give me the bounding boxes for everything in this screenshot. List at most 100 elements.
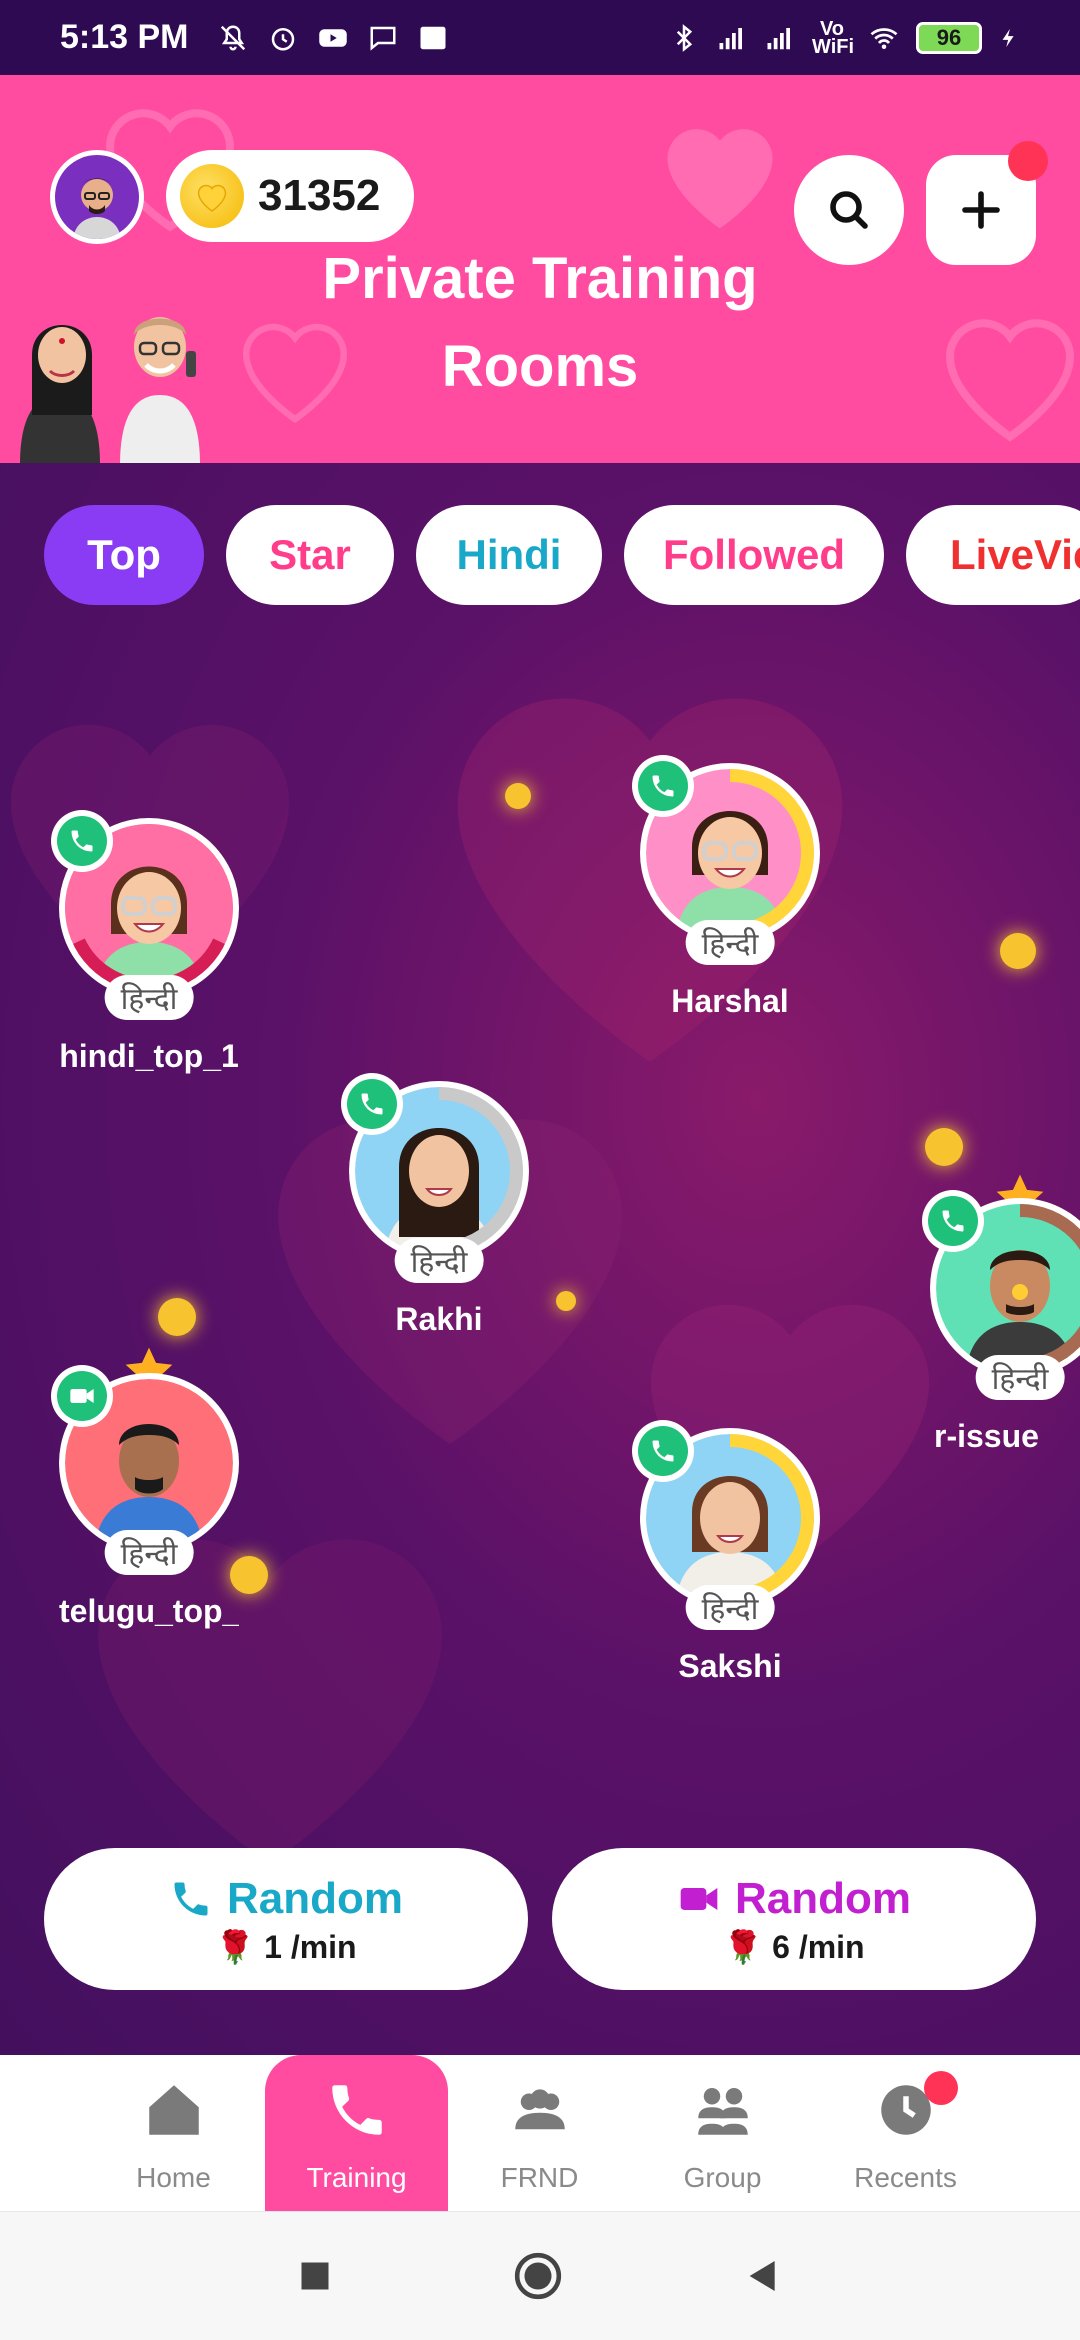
user-name: Harshal (671, 983, 789, 1019)
bottom-nav: Home Training FRND Group Recents (0, 2055, 1080, 2211)
chip-top[interactable]: Top (44, 505, 204, 605)
random-voice-label: Random (227, 1874, 403, 1923)
nav-label: Training (306, 2162, 407, 2193)
status-bar: 5:13 PM Vo WiFi 96 (0, 0, 1080, 75)
rooms-area: Top Star Hindi Followed LiveVic हिन् (0, 463, 1080, 2055)
chip-label: Hindi (456, 531, 562, 578)
random-voice-button[interactable]: Random 🌹 1 /min (44, 1848, 528, 1990)
voice-call-badge (341, 1073, 403, 1135)
language-tag: हिन्दी (394, 1238, 484, 1283)
language-tag: हिन्दी (104, 975, 194, 1020)
random-video-price: 6 /min (772, 1929, 865, 1965)
system-nav-bar (0, 2211, 1080, 2340)
chip-label: LiveVic (950, 531, 1080, 578)
sparkle (158, 1298, 196, 1336)
phone-icon (942, 1210, 964, 1232)
sparkle (925, 1128, 963, 1166)
vowifi-label: Vo WiFi (812, 17, 855, 58)
language-tag: हिन्दी (685, 1585, 775, 1630)
nav-label: Group (683, 2162, 762, 2193)
voice-call-badge (632, 1420, 694, 1482)
title-line-2: Rooms (441, 334, 639, 399)
sparkle (1000, 933, 1036, 969)
video-icon (70, 1389, 94, 1403)
random-video-label: Random (735, 1874, 911, 1923)
status-time: 5:13 PM (60, 18, 189, 56)
user-name: Rakhi (395, 1301, 483, 1337)
nav-frnd[interactable]: FRND (448, 2055, 631, 2211)
phone-icon (361, 1093, 383, 1115)
nav-label: FRND (500, 2162, 579, 2193)
phone-icon (174, 1882, 208, 1916)
charging-icon (1002, 28, 1014, 47)
couple-illustration (20, 317, 200, 463)
search-icon (830, 191, 868, 229)
user-card-r-issue[interactable]: हिन्दी r-issue (922, 1174, 1080, 1455)
coin-balance[interactable]: 31352 (166, 150, 414, 242)
language-tag: हिन्दी (104, 1530, 194, 1575)
battery-indicator: 96 (916, 21, 982, 54)
avatar-face-icon (73, 178, 121, 239)
user-card-telugu-top[interactable]: हिन्दी telugu_top_ (51, 1347, 239, 1630)
zomato-icon (420, 26, 445, 49)
user-name: r-issue (934, 1418, 1039, 1454)
header: 31352 Private Training Rooms (0, 75, 1080, 463)
user-card-harshal[interactable]: हिन्दी Harshal (632, 755, 820, 1020)
rose-icon: 🌹 (723, 1929, 764, 1965)
coin-count: 31352 (258, 171, 381, 220)
video-icon (680, 1888, 718, 1910)
nav-home[interactable]: Home (82, 2055, 265, 2211)
user-card-rakhi[interactable]: हिन्दी Rakhi (341, 1073, 529, 1338)
phone-icon (331, 2085, 382, 2135)
message-icon (370, 26, 395, 51)
sparkle (556, 1291, 576, 1311)
wifi-icon (870, 27, 898, 49)
language-tag: हिन्दी (685, 920, 775, 965)
nav-recents[interactable]: Recents (814, 2055, 997, 2211)
bluetooth-icon (676, 23, 693, 52)
chip-label: Star (269, 531, 351, 578)
voice-call-badge (922, 1190, 984, 1252)
friends-icon (514, 2089, 565, 2130)
chip-hindi[interactable]: Hindi (416, 505, 602, 605)
home-icon (148, 2085, 199, 2135)
profile-avatar[interactable] (50, 150, 144, 244)
page-title: Private Training Rooms (200, 235, 880, 411)
signal-icon (767, 27, 790, 49)
sparkle (505, 783, 531, 809)
plus-icon (962, 191, 1000, 229)
phone-icon (652, 775, 674, 797)
phone-icon (71, 830, 93, 852)
chip-followed[interactable]: Followed (624, 505, 884, 605)
notification-dot (1008, 141, 1048, 181)
user-card-sakshi[interactable]: हिन्दी Sakshi (632, 1420, 820, 1685)
chip-label: Followed (663, 531, 845, 578)
phone-icon (652, 1440, 674, 1462)
coin-icon (180, 164, 244, 228)
recents-square-icon[interactable] (297, 2258, 333, 2294)
home-circle-icon[interactable] (513, 2251, 563, 2301)
voice-call-badge (51, 810, 113, 872)
nav-group[interactable]: Group (631, 2055, 814, 2211)
chip-label: Top (87, 531, 161, 578)
back-triangle-icon[interactable] (743, 2256, 783, 2296)
user-card-hindi-top-1[interactable]: हिन्दी hindi_top_1 (51, 810, 239, 1075)
group-icon (697, 2088, 748, 2135)
chip-live-video[interactable]: LiveVic (906, 505, 1080, 605)
rose-icon: 🌹 (215, 1929, 256, 1965)
signal-icon (719, 27, 742, 49)
chip-star[interactable]: Star (226, 505, 394, 605)
bell-off-icon (220, 24, 245, 50)
nav-training[interactable]: Training (265, 2055, 448, 2211)
user-name: telugu_top_ (59, 1593, 239, 1629)
heart-decoration (667, 129, 773, 229)
nav-label: Recents (854, 2162, 957, 2193)
user-name: Sakshi (678, 1648, 782, 1684)
voice-call-badge (632, 755, 694, 817)
random-video-button[interactable]: Random 🌹 6 /min (552, 1848, 1036, 1990)
nav-label: Home (136, 2162, 211, 2193)
video-call-badge (51, 1365, 113, 1427)
youtube-icon (318, 28, 347, 47)
random-voice-price: 1 /min (264, 1929, 357, 1965)
title-line-1: Private Training (322, 246, 758, 311)
